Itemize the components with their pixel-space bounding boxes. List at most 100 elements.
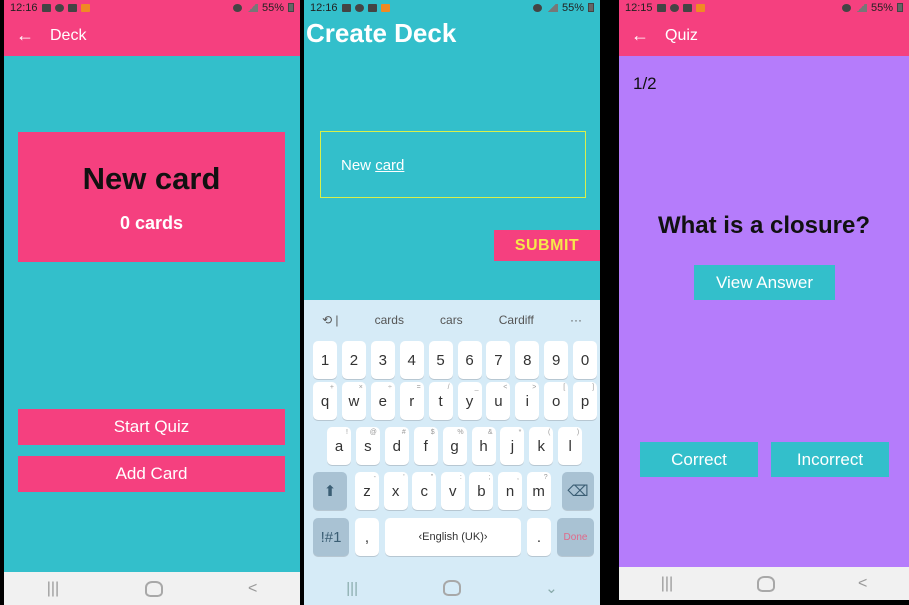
key-letter[interactable]: s @ [355,427,380,465]
key-number[interactable]: 5 [428,341,453,379]
recents-icon[interactable]: ||| [346,580,358,597]
key-letter[interactable]: n, [498,472,522,510]
key-letter[interactable]: g% [442,427,467,465]
home-icon[interactable] [442,580,461,596]
key-label: 9 [552,351,561,369]
home-icon[interactable] [144,580,163,597]
key-letter[interactable]: l) [558,427,583,465]
battery-icon [588,3,594,12]
key-secondary-label: + [329,384,334,391]
correct-button[interactable]: Correct [640,442,758,477]
key-letter[interactable]: m? [526,472,551,510]
key-letter[interactable]: a! [327,427,351,465]
period-key[interactable]: . [527,518,551,556]
backspace-key[interactable]: ⌫ [562,472,594,510]
done-key[interactable]: Done [557,518,594,556]
key-secondary-label: / [447,384,450,391]
shift-key[interactable]: ⬆ [313,472,347,510]
key-letter[interactable]: r = [399,382,424,420]
key-letter[interactable]: y _ [457,382,482,420]
key-label: n [505,482,515,500]
screenshot-stage: 12:16 55% ← Deck New card 0 cards Start … [0,0,909,605]
key-letter[interactable]: u < [486,382,511,420]
deck-name-input[interactable]: New card [320,131,586,198]
key-letter[interactable]: f $ [413,427,438,465]
key-letter[interactable]: v: [440,472,465,510]
arrow-left-icon[interactable]: ← [16,25,50,46]
key-number[interactable]: 6 [457,341,482,379]
key-letter[interactable]: i > [515,382,540,420]
key-letter[interactable]: b; [469,472,494,510]
suggestion-item[interactable]: Cardiff [499,313,534,327]
key-number[interactable]: 4 [399,341,424,379]
clipboard-icon[interactable]: ⟲ | [322,313,339,327]
key-number[interactable]: 9 [544,341,569,379]
home-icon[interactable] [756,575,775,592]
start-quiz-button[interactable]: Start Quiz [18,409,285,445]
key-letter[interactable]: t / [428,382,453,420]
system-nav-bar: ||| < [4,572,300,605]
key-label: o [552,392,561,410]
battery-percent: 55% [261,1,284,14]
key-letter[interactable]: p] [573,382,598,420]
status-bar: 12:15 55% [619,0,909,15]
app-icon [54,3,64,12]
key-secondary-label: < [503,384,508,391]
key-letter[interactable]: q + [313,382,337,420]
incorrect-button[interactable]: Incorrect [771,442,889,477]
app-bar: ← Deck [4,15,300,56]
quiz-screen: 12:15 55% ← Quiz 1/2 What is a closure? … [619,0,909,600]
suggestion-item[interactable]: cards [375,313,404,327]
back-nav-icon[interactable]: < [858,575,867,593]
create-deck-screen: 12:16 55% Create Deck New card SUBMIT ⟲ … [304,0,600,605]
submit-button[interactable]: SUBMIT [494,230,600,261]
key-letter[interactable]: e ÷ [370,382,395,420]
key-number[interactable]: 2 [341,341,366,379]
space-key[interactable]: ‹ English (UK) › [385,518,521,556]
hide-keyboard-icon[interactable]: ⌄ [545,579,558,597]
key-letter[interactable]: j * [500,427,525,465]
recents-icon[interactable]: ||| [47,580,59,598]
key-letter[interactable]: d # [384,427,409,465]
key-secondary-label: ; [488,474,491,481]
app-icon [669,3,679,12]
key-secondary-label: ) [576,429,580,436]
key-secondary-label: ? [543,474,548,481]
comma-key[interactable]: , [355,518,379,556]
key-number[interactable]: 1 [313,341,337,379]
key-number[interactable]: 0 [573,341,598,379]
key-secondary-label: $ [430,429,435,436]
key-number[interactable]: 3 [370,341,395,379]
image-icon [367,3,377,12]
status-time: 12:15 [625,1,653,14]
key-number[interactable]: 8 [515,341,540,379]
key-letter[interactable]: x ' [383,472,408,510]
add-card-button[interactable]: Add Card [18,456,285,492]
back-nav-icon[interactable]: < [248,580,257,598]
mail-icon [656,3,666,12]
input-value-prefix: New [341,157,376,174]
arrow-left-icon[interactable]: ← [631,25,665,46]
key-label: 0 [580,351,590,369]
key-label: 8 [523,351,532,369]
key-letter[interactable]: z- [355,472,379,510]
symbols-key[interactable]: !#1 [313,518,349,556]
view-answer-button[interactable]: View Answer [694,265,835,300]
key-number[interactable]: 7 [486,341,511,379]
key-label: 4 [407,351,416,369]
location-icon [232,3,242,12]
key-letter[interactable]: o[ [544,382,569,420]
key-secondary-label: ÷ [387,384,392,391]
page-title: Deck [50,26,87,44]
deck-title: New card [82,160,221,196]
key-letter[interactable]: c " [412,472,437,510]
key-letter[interactable]: h & [471,427,496,465]
recents-icon[interactable]: ||| [661,575,673,593]
key-letter[interactable]: w × [341,382,366,420]
key-label: y [465,392,474,410]
more-icon[interactable]: ··· [570,313,582,327]
keyboard-row-3: ⬆ ⌫ z - x ' c " v: b; n, m? [304,472,600,512]
suggestion-item[interactable]: cars [440,313,463,327]
key-letter[interactable]: k( [529,427,554,465]
key-label: j [510,437,515,455]
